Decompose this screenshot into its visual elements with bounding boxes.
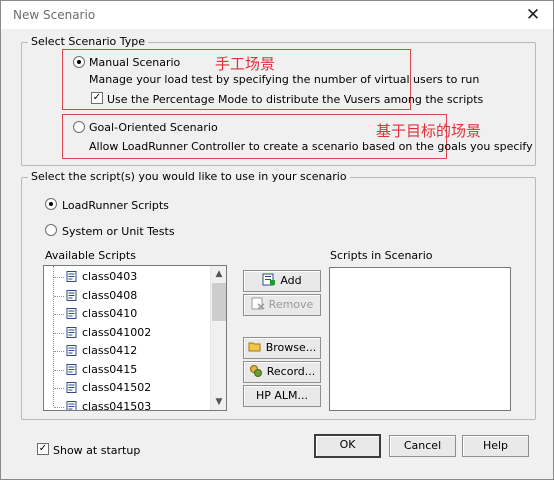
scripts-legend: Select the script(s) you would like to u… [28, 170, 350, 183]
tree-branch [54, 277, 64, 278]
scroll-thumb[interactable] [212, 283, 226, 321]
ok-button-label: OK [339, 438, 356, 451]
list-item[interactable]: class041502 [44, 379, 204, 397]
goal-scenario-annotation: 基于目标的场景 [376, 122, 482, 140]
manual-scenario-description: Manage your load test by specifying the … [89, 73, 480, 86]
tree-branch [54, 314, 64, 315]
folder-icon [248, 342, 261, 352]
script-name: class041002 [82, 325, 152, 339]
percentage-mode-checkbox[interactable]: ✓ [91, 92, 103, 104]
hp-alm-button[interactable]: HP ALM... [243, 385, 321, 407]
script-name: class0408 [82, 288, 138, 302]
add-button[interactable]: Add ==>> [243, 270, 321, 307]
scripts-in-scenario-label: Scripts in Scenario [330, 249, 433, 262]
manual-scenario-label[interactable]: Manual Scenario [89, 56, 180, 69]
record-icon [249, 365, 262, 377]
cancel-button-label: Cancel [403, 439, 442, 452]
list-item[interactable]: class0415 [44, 361, 204, 379]
show-at-startup-label[interactable]: Show at startup [53, 444, 140, 457]
system-tests-radio[interactable] [45, 224, 57, 236]
script-icon [66, 271, 77, 282]
tree-branch [54, 332, 64, 334]
cancel-button[interactable]: Cancel [389, 435, 456, 457]
hp-alm-button-label: HP ALM... [255, 389, 309, 402]
script-icon [66, 400, 77, 410]
tree-branch [54, 406, 64, 408]
remove-script-icon [251, 297, 265, 310]
tree-branch [54, 369, 64, 371]
script-name: class0412 [82, 344, 138, 357]
manual-scenario-annotation: 手工场景 [215, 55, 276, 73]
script-name: class041502 [82, 381, 152, 394]
ok-button[interactable]: OK [314, 434, 381, 458]
script-name: class0415 [82, 362, 138, 376]
close-icon[interactable]: ✕ [522, 4, 544, 26]
dialog-title: New Scenario [13, 8, 96, 22]
percentage-mode-label[interactable]: Use the Percentage Mode to distribute th… [107, 93, 483, 106]
script-icon [66, 289, 77, 301]
system-tests-label[interactable]: System or Unit Tests [62, 225, 175, 238]
list-item[interactable]: class0412 [44, 342, 204, 360]
scroll-down-icon[interactable]: ▼ [211, 394, 226, 410]
goal-scenario-label[interactable]: Goal-Oriented Scenario [89, 121, 218, 134]
list-item[interactable]: class0403 [44, 268, 204, 286]
help-button-label: Help [482, 439, 509, 452]
remove-button-label: Remove [268, 298, 314, 311]
list-item[interactable]: class041503 [44, 398, 204, 411]
add-script-icon [262, 273, 276, 286]
tree-branch [54, 351, 64, 352]
script-icon [66, 363, 77, 375]
list-item[interactable]: class041002 [44, 324, 204, 342]
loadrunner-scripts-label[interactable]: LoadRunner Scripts [62, 199, 169, 212]
browse-button[interactable]: Browse... [243, 337, 321, 359]
help-button[interactable]: Help [462, 435, 529, 457]
available-scripts-label: Available Scripts [45, 249, 136, 262]
script-icon [66, 308, 77, 319]
script-name: class0410 [82, 307, 138, 320]
manual-scenario-radio[interactable] [73, 56, 85, 68]
script-name: class041503 [82, 399, 152, 411]
scenario-type-legend: Select Scenario Type [28, 35, 149, 48]
goal-scenario-description: Allow LoadRunner Controller to create a … [89, 140, 533, 153]
loadrunner-scripts-radio[interactable] [45, 198, 57, 210]
script-icon [66, 382, 77, 393]
available-scripts-list[interactable]: class0403 class0408 class0410 class041002 cl… [43, 265, 227, 411]
title-bar: New Scenario ✕ [1, 1, 553, 29]
record-button-label: Record... [266, 365, 316, 378]
tree-branch [54, 295, 64, 297]
scripts-in-scenario-list[interactable] [329, 267, 511, 411]
show-at-startup-checkbox[interactable]: ✓ [37, 443, 49, 455]
script-name: class0403 [82, 270, 138, 283]
browse-button-label: Browse... [265, 341, 317, 354]
new-scenario-dialog: New Scenario ✕ Select Scenario Type Manu… [0, 0, 554, 480]
available-scripts-scrollbar[interactable]: ▲ ▼ [210, 266, 226, 410]
remove-button[interactable]: Remove [243, 294, 321, 316]
list-item[interactable]: class0410 [44, 305, 204, 323]
tree-branch [54, 388, 64, 389]
script-icon [66, 326, 77, 338]
scroll-up-icon[interactable]: ▲ [211, 266, 226, 282]
script-icon [66, 345, 77, 356]
list-item[interactable]: class0408 [44, 287, 204, 305]
record-button[interactable]: Record... [243, 361, 321, 383]
goal-scenario-radio[interactable] [73, 121, 85, 133]
